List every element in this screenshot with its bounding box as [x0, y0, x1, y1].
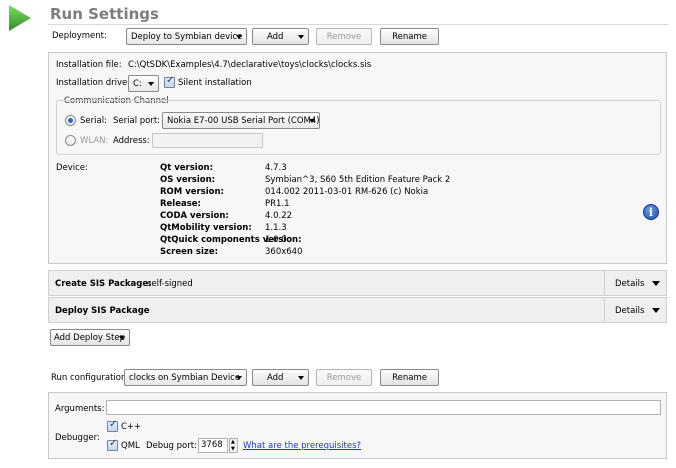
deployment-rename-button[interactable]: Rename — [380, 28, 439, 45]
checkmark-icon: ✓ — [166, 75, 175, 86]
deployment-combo[interactable]: Deploy to Symbian device — [126, 28, 247, 45]
qml-debugger-checkbox[interactable]: ✓ — [107, 438, 118, 451]
page-title: Run Settings — [50, 5, 159, 23]
debug-port-spinner[interactable]: ▲ ▼ — [229, 438, 238, 453]
device-value: 014.002 2011-03-01 RM-626 (c) Nokia — [265, 187, 429, 197]
deployment-remove-button[interactable]: Remove — [316, 28, 372, 45]
run-remove-button[interactable]: Remove — [316, 369, 372, 386]
silent-installation-label: Silent installation — [178, 78, 252, 88]
arguments-input[interactable] — [106, 400, 661, 415]
chevron-down-icon: ▼ — [231, 446, 235, 452]
chevron-down-icon — [309, 119, 315, 123]
chevron-down-icon — [148, 82, 154, 86]
checkmark-icon: ✓ — [109, 438, 118, 449]
comm-channel-group — [56, 100, 661, 155]
installation-file-label: Installation file: — [56, 60, 122, 70]
device-label: Device: — [56, 163, 88, 173]
add-deploy-step-button[interactable]: Add Deploy Step — [50, 329, 130, 346]
deploy-sis-title: Deploy SIS Package — [55, 306, 150, 316]
arguments-label: Arguments: — [55, 404, 105, 414]
silent-installation-checkbox[interactable]: ✓ — [164, 75, 175, 88]
deployment-add-button[interactable]: Add — [252, 28, 309, 45]
installation-drive-combo[interactable]: C: — [128, 75, 159, 92]
serial-port-value: Nokia E7-00 USB Serial Port (COM4) — [167, 115, 320, 126]
details-label: Details — [615, 279, 645, 289]
address-input[interactable] — [152, 133, 263, 148]
device-value: PR1.1 — [265, 199, 290, 209]
device-value: 360x640 — [265, 247, 303, 257]
device-value: 4.0.22 — [265, 211, 293, 221]
address-label: Address: — [113, 136, 150, 146]
serial-port-combo[interactable]: Nokia E7-00 USB Serial Port (COM4) — [162, 112, 320, 129]
qml-debugger-label: QML — [121, 441, 140, 451]
deployment-add-label: Add — [267, 31, 284, 42]
device-value: 1.1.3 — [265, 223, 287, 233]
deploy-sis-details-button[interactable]: Details — [605, 298, 667, 322]
device-key: Release: — [160, 199, 201, 209]
deploy-sis-step: Deploy SIS Package Details — [48, 297, 667, 323]
device-key: ROM version: — [160, 187, 224, 197]
details-label: Details — [615, 306, 645, 316]
create-sis-detail: self-signed — [147, 279, 193, 289]
chevron-down-icon — [298, 35, 304, 39]
create-sis-step: Create SIS Package: self-signed Details — [48, 270, 667, 296]
add-deploy-step-label: Add Deploy Step — [54, 332, 125, 343]
device-key: OS version: — [160, 175, 216, 185]
run-config-value: clocks on Symbian Device — [129, 372, 241, 383]
wlan-radio[interactable] — [65, 135, 76, 146]
device-key: Screen size: — [160, 247, 218, 257]
serial-radio[interactable] — [65, 115, 76, 126]
chevron-down-icon — [236, 35, 242, 39]
chevron-down-icon — [298, 376, 304, 380]
run-play-icon — [9, 5, 31, 31]
info-icon[interactable]: i — [643, 204, 659, 220]
debug-port-label: Debug port: — [146, 441, 197, 451]
installation-file-value: C:\QtSDK\Examples\4.7\declarative\toys\c… — [128, 60, 372, 70]
prerequisites-link[interactable]: What are the prerequisites? — [243, 441, 361, 451]
header-divider — [48, 24, 668, 25]
checkmark-icon: ✓ — [109, 419, 118, 430]
cpp-debugger-checkbox[interactable]: ✓ — [107, 419, 118, 432]
device-value: 4.7.3 — [265, 163, 287, 173]
chevron-down-icon — [119, 336, 125, 340]
run-config-label: Run configuration: — [51, 373, 130, 383]
device-key: CODA version: — [160, 211, 229, 221]
serial-label: Serial: — [80, 116, 107, 126]
deployment-combo-value: Deploy to Symbian device — [131, 31, 243, 42]
debug-port-input[interactable]: 3768 — [198, 438, 228, 453]
device-key: Qt version: — [160, 163, 214, 173]
create-sis-details-button[interactable]: Details — [605, 271, 667, 295]
device-key: QtMobility version: — [160, 223, 252, 233]
chevron-down-icon — [652, 308, 660, 313]
installation-drive-label: Installation drive: — [56, 78, 131, 88]
run-rename-button[interactable]: Rename — [380, 369, 439, 386]
create-sis-title: Create SIS Package: — [55, 279, 152, 289]
chevron-down-icon — [236, 376, 242, 380]
device-value: Symbian^3, S60 5th Edition Feature Pack … — [265, 175, 451, 185]
run-config-combo[interactable]: clocks on Symbian Device — [124, 369, 247, 386]
run-add-label: Add — [267, 372, 284, 383]
serial-port-label: Serial port: — [113, 116, 161, 126]
installation-drive-value: C: — [133, 78, 142, 89]
wlan-label: WLAN: — [80, 136, 109, 146]
debugger-label: Debugger: — [55, 433, 100, 443]
run-add-button[interactable]: Add — [252, 369, 309, 386]
cpp-debugger-label: C++ — [121, 422, 142, 432]
deployment-label: Deployment: — [52, 31, 107, 41]
device-value: 1.0.0 — [265, 235, 287, 245]
chevron-down-icon — [652, 281, 660, 286]
chevron-up-icon: ▲ — [231, 439, 235, 445]
